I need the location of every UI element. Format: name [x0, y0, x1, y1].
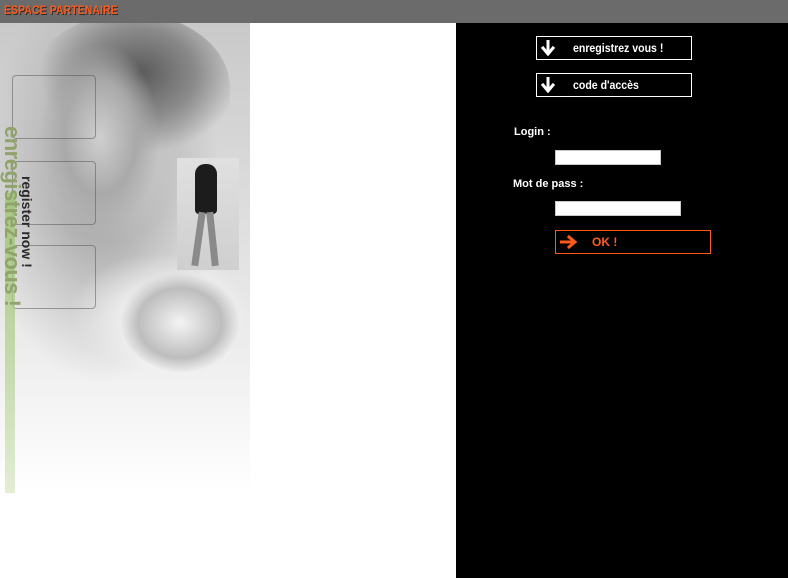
- arrow-down-icon: [541, 40, 555, 56]
- access-code-button[interactable]: code d'accès: [536, 73, 692, 97]
- login-label: Login :: [514, 126, 551, 138]
- password-input[interactable]: [555, 201, 681, 216]
- vertical-slogan: enregistrez-vous ! register now !: [0, 126, 35, 493]
- register-button[interactable]: enregistrez vous !: [536, 36, 692, 60]
- arrow-right-icon: [560, 234, 578, 250]
- promo-panel: enregistrez-vous ! register now !: [0, 23, 456, 578]
- ok-button[interactable]: OK !: [555, 230, 711, 254]
- ok-button-label: OK !: [592, 235, 618, 249]
- photo-shoulder: [120, 263, 250, 373]
- model-photo: enregistrez-vous ! register now !: [0, 23, 250, 493]
- page-title: ESPACE PARTENAIRE: [4, 3, 118, 17]
- access-code-button-label: code d'accès: [573, 78, 639, 92]
- slogan-sub: register now !: [19, 176, 35, 268]
- login-panel: enregistrez vous ! code d'accès Login : …: [456, 23, 788, 578]
- dancer-leg: [206, 211, 219, 267]
- dancer-photo: [177, 158, 239, 270]
- login-input[interactable]: [555, 150, 661, 165]
- header-bar: ESPACE PARTENAIRE: [0, 0, 788, 23]
- register-button-label: enregistrez vous !: [573, 41, 664, 55]
- arrow-down-icon: [541, 77, 555, 93]
- dancer-leg: [191, 211, 206, 267]
- password-label: Mot de pass :: [513, 178, 584, 190]
- dancer-body: [195, 164, 217, 214]
